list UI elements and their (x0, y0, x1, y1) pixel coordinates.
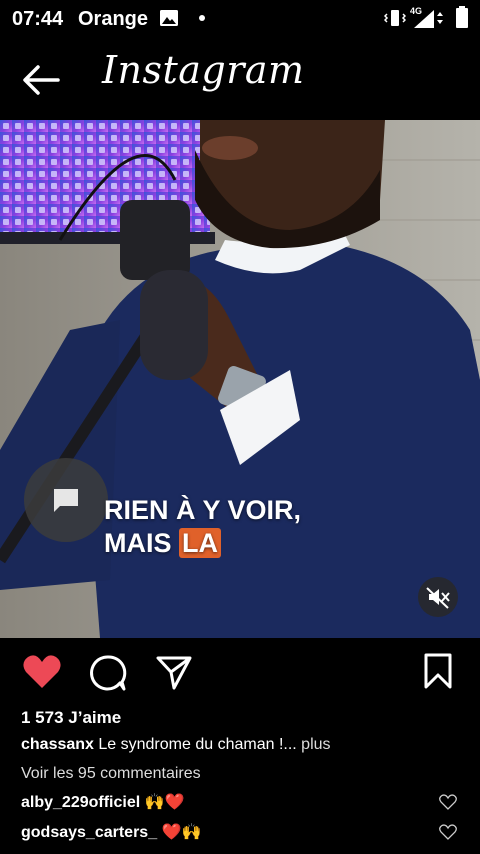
back-arrow-icon[interactable] (18, 60, 62, 100)
post-action-bar (0, 638, 480, 704)
comment-author[interactable]: godsays_carters_ (21, 824, 157, 841)
dot-icon (199, 15, 205, 21)
vibrate-icon (384, 10, 406, 26)
comment-row: godsays_carters_ ❤️🙌 (21, 822, 461, 846)
bookmark-icon[interactable] (422, 652, 454, 690)
status-carrier: Orange (78, 8, 149, 30)
caption-line-1: RIEN À Y VOIR, (104, 495, 302, 525)
comment-text: ❤️🙌 (161, 824, 202, 841)
post-author[interactable]: chassanx (21, 736, 94, 753)
app-header: Instagram (0, 38, 480, 120)
post-caption: chassanx Le syndrome du chaman !... plus (21, 736, 331, 754)
speaker-muted-icon (426, 587, 450, 609)
video-player[interactable]: RIEN À Y VOIR, MAIS LA (0, 120, 480, 638)
view-comments-link[interactable]: Voir les 95 commentaires (21, 765, 201, 783)
signal-icon: 4G (410, 6, 446, 30)
video-caption: RIEN À Y VOIR, MAIS LA (104, 494, 301, 560)
gallery-icon (160, 10, 178, 26)
comment-heart-icon[interactable] (439, 794, 457, 810)
status-bar: 07:44 Orange 4G (0, 0, 480, 38)
comment-author[interactable]: alby_229officiel (21, 794, 140, 811)
comment-bubble-button[interactable] (24, 458, 108, 542)
video-frame (0, 120, 480, 638)
likes-count[interactable]: 1 573 J’aime (21, 708, 121, 728)
caption-line-2: MAIS LA (104, 527, 301, 560)
status-time: 07:44 (12, 8, 64, 30)
post-caption-text: Le syndrome du chaman !... (98, 736, 297, 753)
speech-bubble-icon (54, 489, 78, 512)
mute-button[interactable] (418, 577, 458, 617)
comment-heart-icon[interactable] (439, 824, 457, 840)
like-heart-icon[interactable] (22, 654, 62, 690)
comment-row: alby_229officiel 🙌❤️ (21, 792, 461, 816)
caption-more-link[interactable]: plus (301, 736, 330, 753)
caption-highlight: LA (179, 528, 222, 558)
comment-icon[interactable] (89, 654, 127, 692)
battery-icon (456, 6, 468, 28)
share-paper-plane-icon[interactable] (155, 654, 193, 690)
caption-line-2-prefix: MAIS (104, 528, 180, 558)
comment-text: 🙌❤️ (144, 794, 185, 811)
instagram-logo: Instagram (102, 48, 305, 92)
